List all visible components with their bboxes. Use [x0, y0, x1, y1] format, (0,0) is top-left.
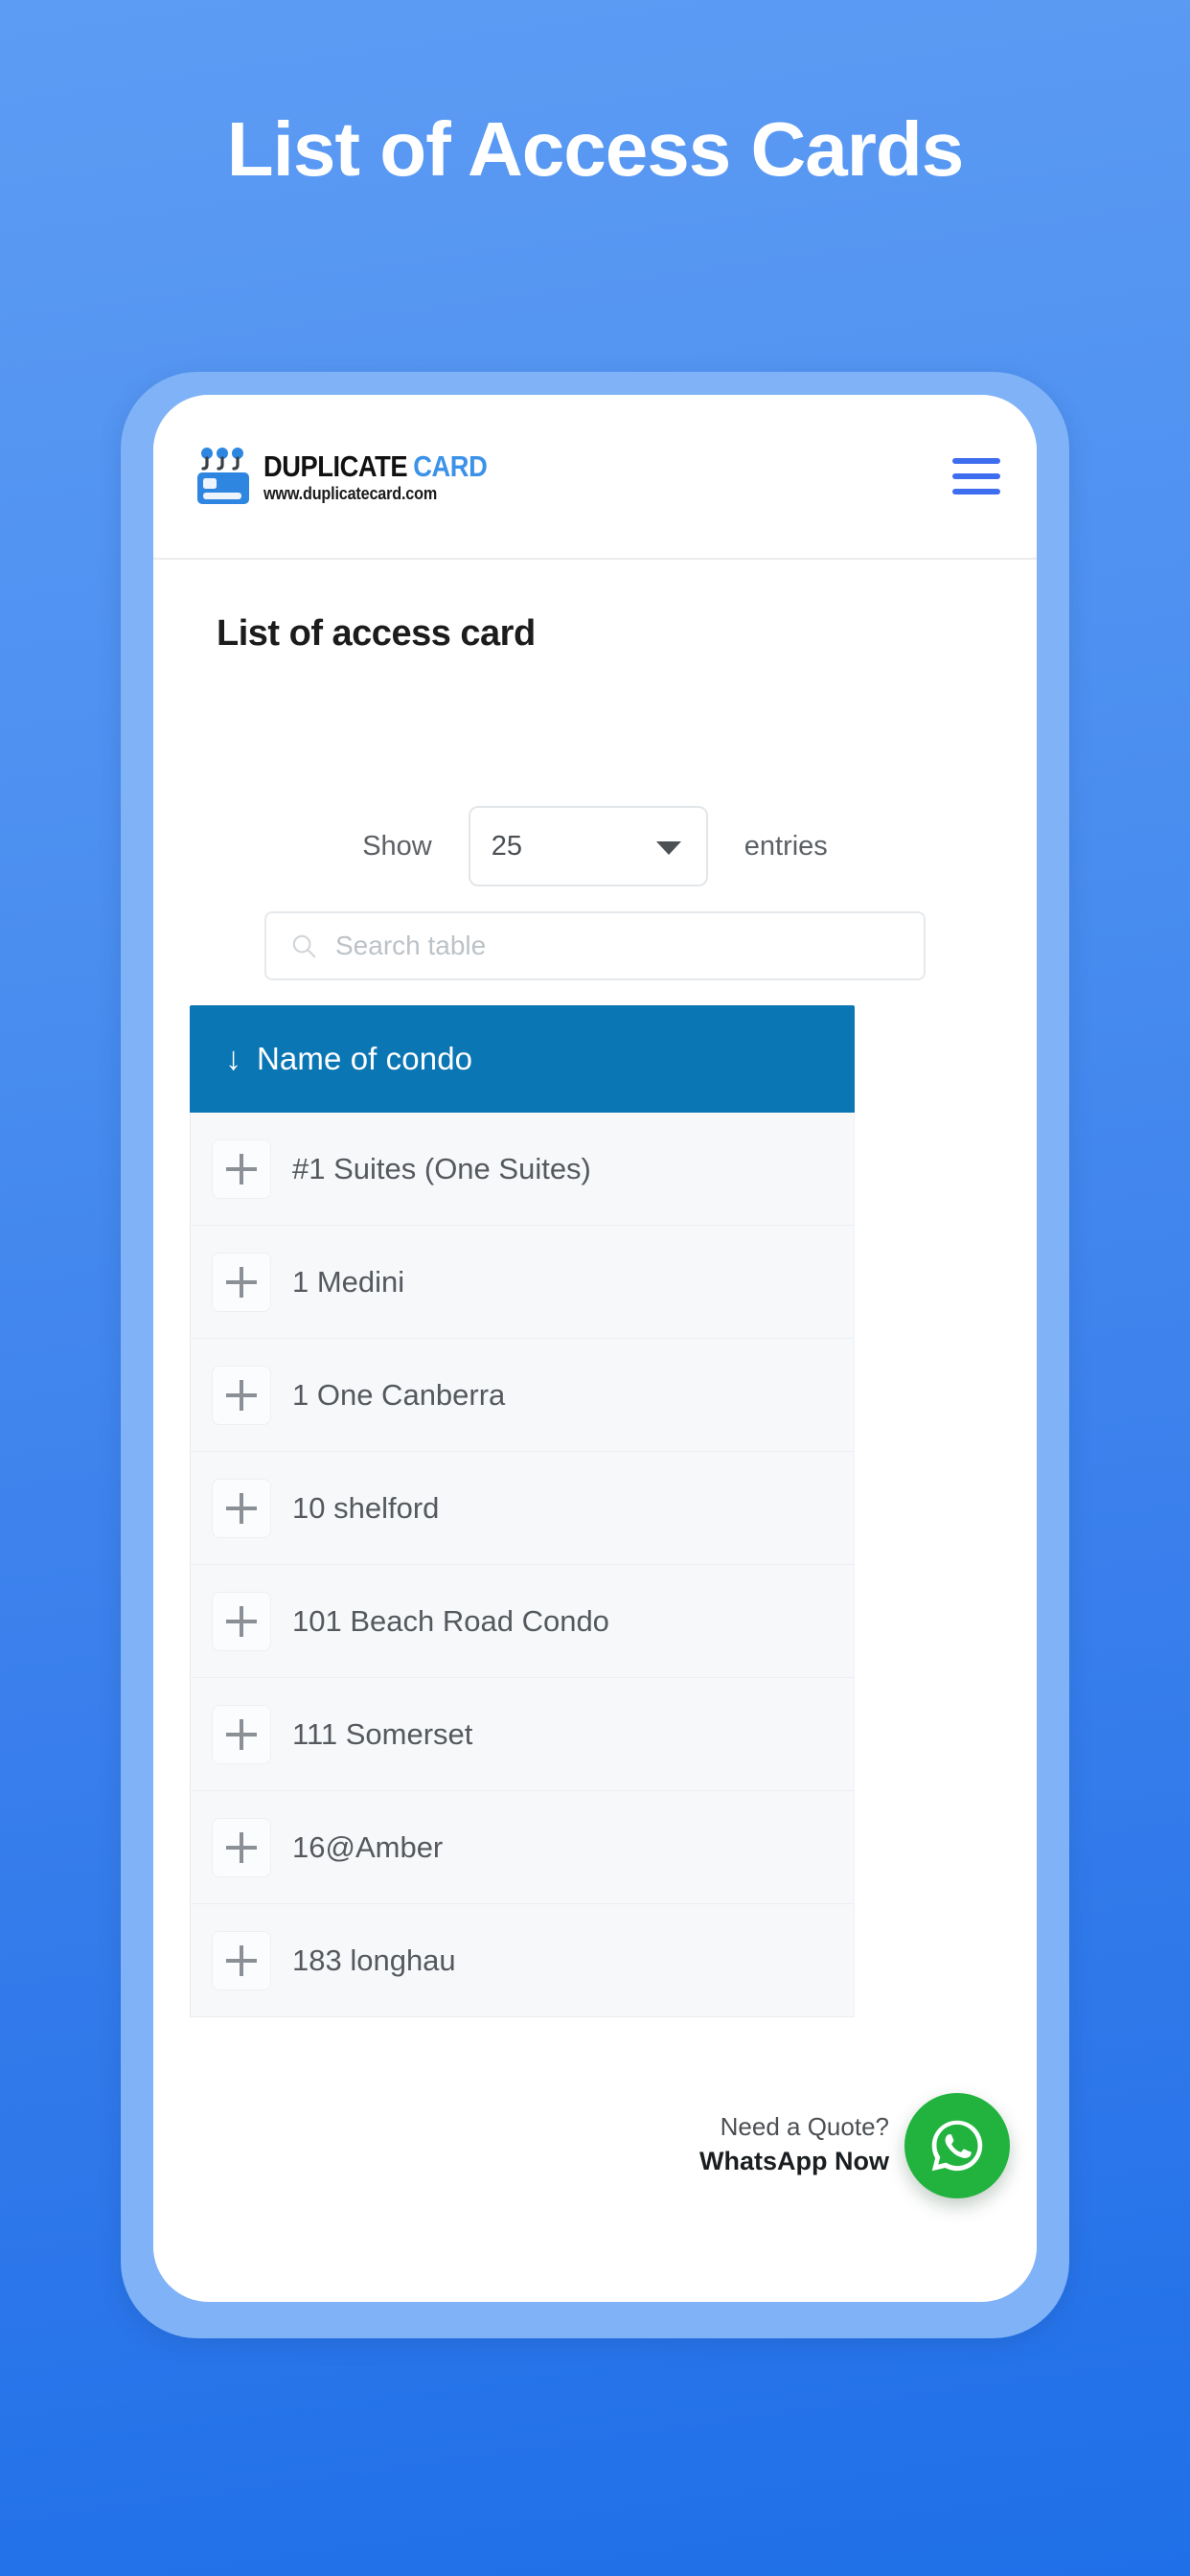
phone-screen: DUPLICATE CARD www.duplicatecard.com Lis…: [153, 395, 1037, 2302]
chevron-down-icon: [655, 841, 681, 855]
brand-word-accent: CARD: [413, 448, 488, 483]
table-row[interactable]: 183 longhau: [191, 1904, 854, 2017]
plus-icon[interactable]: [212, 1817, 271, 1877]
whatsapp-button[interactable]: [904, 2093, 1010, 2198]
table-row[interactable]: 10 shelford: [191, 1452, 854, 1565]
id-card-icon: [195, 447, 251, 506]
table-row[interactable]: 101 Beach Road Condo: [191, 1565, 854, 1678]
search-icon: [289, 932, 318, 960]
whatsapp-icon: [931, 2120, 983, 2172]
brand-logo[interactable]: DUPLICATE CARD www.duplicatecard.com: [195, 447, 517, 506]
whatsapp-widget[interactable]: Need a Quote? WhatsApp Now: [699, 2093, 1010, 2198]
plus-icon[interactable]: [212, 1478, 271, 1538]
table-row[interactable]: #1 Suites (One Suites): [191, 1113, 854, 1226]
entries-per-page-select[interactable]: 25: [468, 806, 708, 886]
hamburger-menu-icon[interactable]: [952, 458, 1000, 494]
menu-line: [952, 458, 1000, 464]
condo-name: 1 Medini: [292, 1264, 405, 1299]
length-suffix-label: entries: [744, 830, 828, 862]
whatsapp-prompt: Need a Quote?: [720, 2112, 889, 2142]
condo-name: 10 shelford: [292, 1490, 440, 1525]
condo-name: 183 longhau: [292, 1943, 456, 1977]
table-body: #1 Suites (One Suites) 1 Medini 1 One Ca…: [190, 1113, 855, 2017]
plus-icon[interactable]: [212, 1591, 271, 1651]
length-prefix-label: Show: [362, 830, 432, 862]
table-search[interactable]: [264, 911, 926, 980]
sort-descending-icon: ↓: [225, 1041, 241, 1077]
table-row[interactable]: 111 Somerset: [191, 1678, 854, 1791]
entries-per-page-value: 25: [491, 830, 523, 862]
plus-icon[interactable]: [212, 1138, 271, 1199]
table-row[interactable]: 1 Medini: [191, 1226, 854, 1339]
plus-icon[interactable]: [212, 1252, 271, 1312]
brand-wordmark: DUPLICATE CARD www.duplicatecard.com: [263, 451, 517, 502]
app-content: List of access card Show 25 entries Sear…: [153, 560, 1037, 2300]
condo-table: ↓ Name of condo #1 Suites (One Suites) 1…: [190, 1005, 855, 2017]
plus-icon[interactable]: [212, 1930, 271, 1990]
plus-icon[interactable]: [212, 1365, 271, 1425]
app-header: DUPLICATE CARD www.duplicatecard.com: [153, 395, 1037, 560]
table-header-name-of-condo[interactable]: ↓ Name of condo: [190, 1005, 855, 1113]
phone-mockup-frame: DUPLICATE CARD www.duplicatecard.com Lis…: [121, 372, 1069, 2338]
condo-name: 111 Somerset: [292, 1716, 473, 1751]
condo-name: 1 One Canberra: [292, 1377, 506, 1412]
condo-name: #1 Suites (One Suites): [292, 1151, 591, 1185]
condo-name: 101 Beach Road Condo: [292, 1603, 609, 1638]
brand-url: www.duplicatecard.com: [263, 483, 438, 503]
menu-line: [952, 489, 1000, 494]
plus-icon[interactable]: [212, 1704, 271, 1764]
search-input[interactable]: [335, 931, 901, 961]
whatsapp-cta: WhatsApp Now: [699, 2147, 889, 2176]
column-header-label: Name of condo: [257, 1041, 473, 1076]
table-row[interactable]: 1 One Canberra: [191, 1339, 854, 1452]
condo-name: 16@Amber: [292, 1829, 444, 1864]
section-heading: List of access card: [217, 613, 536, 654]
table-row[interactable]: 16@Amber: [191, 1791, 854, 1904]
page-title: List of Access Cards: [226, 106, 964, 192]
whatsapp-widget-text: Need a Quote? WhatsApp Now: [699, 2110, 889, 2181]
menu-line: [952, 473, 1000, 479]
brand-word-primary: DUPLICATE: [263, 448, 408, 483]
table-length-control: Show 25 entries: [153, 806, 1037, 886]
